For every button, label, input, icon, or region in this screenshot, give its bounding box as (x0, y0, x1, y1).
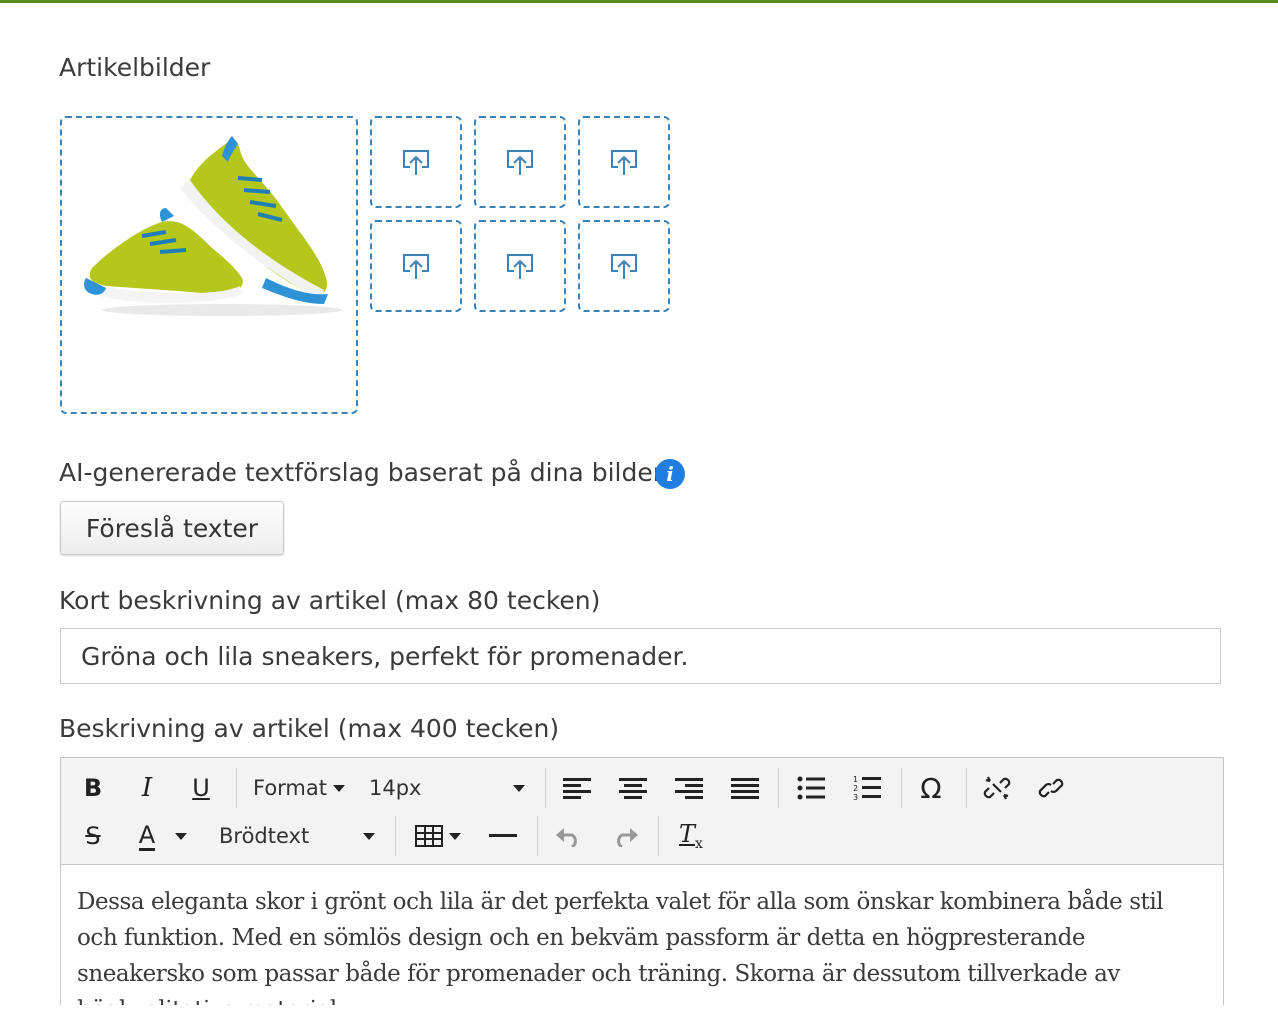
format-dropdown[interactable]: Format (251, 768, 347, 808)
upload-icon (507, 254, 533, 279)
italic-icon: I (141, 773, 153, 803)
upload-slot-5[interactable] (474, 220, 566, 312)
table-button[interactable] (407, 816, 469, 856)
short-description-label: Kort beskrivning av artikel (max 80 teck… (59, 586, 601, 615)
align-left-icon (563, 778, 591, 799)
upload-icon (403, 150, 429, 175)
align-center-icon (619, 778, 647, 799)
toolbar-separator (395, 816, 396, 856)
suggest-texts-button[interactable]: Föreslå texter (60, 501, 284, 555)
table-icon (415, 825, 443, 847)
chevron-down-icon (363, 832, 375, 840)
bullet-list-icon (797, 776, 825, 800)
toolbar-separator (778, 768, 779, 808)
align-justify-button[interactable] (725, 768, 765, 808)
clear-formatting-icon: Tx (679, 820, 703, 852)
text-color-icon: A (138, 820, 156, 851)
ai-suggestions-label: AI-genererade textförslag baserat på din… (59, 458, 663, 487)
horizontal-line-button[interactable] (483, 816, 523, 856)
main-image-slot[interactable] (60, 116, 358, 414)
strikethrough-icon: S (85, 822, 101, 850)
align-left-button[interactable] (557, 768, 597, 808)
toolbar-separator (658, 816, 659, 856)
clear-formatting-button[interactable]: Tx (671, 816, 711, 856)
align-right-icon (675, 778, 703, 799)
bullet-list-button[interactable] (791, 768, 831, 808)
svg-text:2: 2 (853, 784, 858, 793)
undo-icon (556, 828, 577, 847)
text-color-dropdown[interactable] (171, 816, 191, 856)
upload-icon (507, 150, 533, 175)
numbered-list-button[interactable]: 123 (847, 768, 887, 808)
bold-icon: B (83, 774, 103, 802)
paragraph-style-dropdown[interactable]: Brödtext (211, 816, 381, 856)
undo-button[interactable] (549, 816, 589, 856)
sneaker-image (84, 136, 342, 316)
unlink-icon (983, 776, 1011, 800)
chevron-down-icon (333, 784, 345, 792)
toolbar-separator (537, 816, 538, 856)
redo-button[interactable] (605, 816, 645, 856)
format-label: Format (252, 776, 327, 800)
omega-icon: Ω (920, 771, 942, 805)
svg-text:1: 1 (853, 775, 858, 784)
editor-content[interactable]: Dessa eleganta skor i grönt och lila är … (77, 884, 1207, 1005)
numbered-list-icon: 123 (853, 775, 881, 801)
special-character-button[interactable]: Ω (911, 768, 951, 808)
link-icon (1038, 778, 1064, 798)
underline-icon: U (192, 774, 210, 802)
align-justify-icon (731, 778, 759, 799)
upload-slot-3[interactable] (578, 116, 670, 208)
upload-slot-6[interactable] (578, 220, 670, 312)
align-right-button[interactable] (669, 768, 709, 808)
upload-icon (611, 150, 637, 175)
bold-button[interactable]: B (73, 768, 113, 808)
svg-text:3: 3 (853, 793, 858, 801)
chevron-down-icon (513, 784, 525, 792)
toolbar-separator (966, 768, 967, 808)
editor-toolbar: B I U Format 14px 1 2 3 Ω S A Brödtext T… (61, 758, 1223, 865)
upload-icon (611, 254, 637, 279)
font-size-dropdown[interactable]: 14px (361, 768, 531, 808)
paragraph-style-value: Brödtext (219, 824, 310, 848)
horizontal-line-icon (489, 834, 517, 837)
underline-button[interactable]: U (181, 768, 221, 808)
info-icon[interactable]: i (655, 459, 685, 489)
align-center-button[interactable] (613, 768, 653, 808)
upload-slot-1[interactable] (370, 116, 462, 208)
images-label: Artikelbilder (59, 53, 211, 82)
description-label: Beskrivning av artikel (max 400 tecken) (59, 714, 560, 743)
upload-icon (403, 254, 429, 279)
short-description-input[interactable] (60, 628, 1221, 684)
chevron-down-icon (175, 832, 187, 840)
unlink-button[interactable] (977, 768, 1017, 808)
text-color-button[interactable]: A (127, 816, 167, 856)
rich-text-editor: B I U Format 14px 1 2 3 Ω S A Brödtext T… (60, 757, 1224, 1005)
link-button[interactable] (1031, 768, 1071, 808)
upload-slot-2[interactable] (474, 116, 566, 208)
page: Artikelbilder AI-genererade textförslag … (0, 0, 1278, 1005)
top-border (0, 0, 1278, 3)
chevron-down-icon (449, 832, 461, 840)
italic-button[interactable]: I (127, 768, 167, 808)
toolbar-separator (236, 768, 237, 808)
toolbar-separator (545, 768, 546, 808)
redo-icon (617, 828, 638, 847)
toolbar-separator (901, 768, 902, 808)
font-size-value: 14px (369, 776, 422, 800)
upload-slot-4[interactable] (370, 220, 462, 312)
strikethrough-button[interactable]: S (73, 816, 113, 856)
